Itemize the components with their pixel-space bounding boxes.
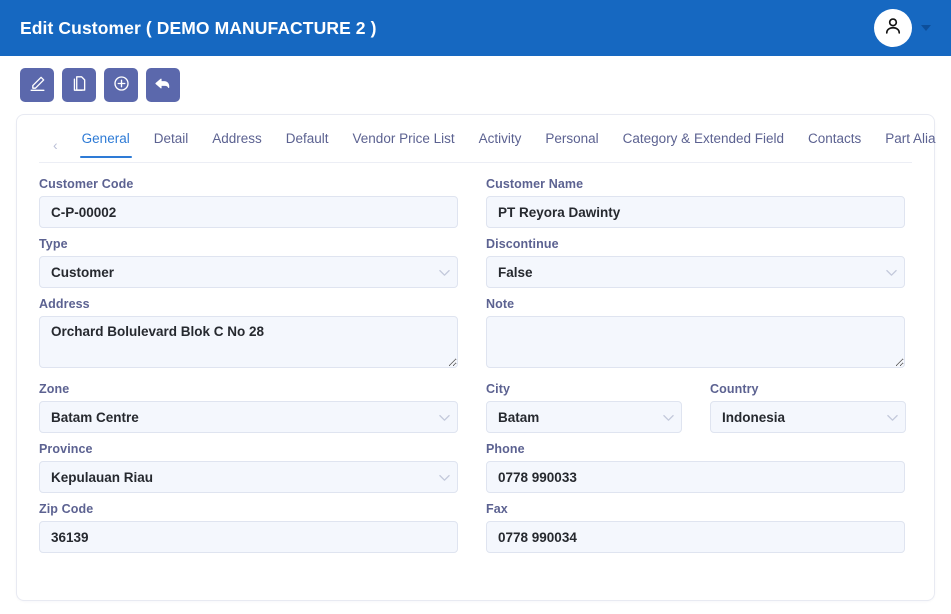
tab-detail[interactable]: Detail [142, 132, 201, 158]
tab-part-alia[interactable]: Part Alia [873, 132, 947, 158]
chevron-left-icon[interactable]: ‹ [39, 138, 70, 152]
field-fax: Fax [486, 502, 905, 553]
tab-activity[interactable]: Activity [467, 132, 534, 158]
tab-personal[interactable]: Personal [533, 132, 610, 158]
field-province: Province [39, 442, 458, 493]
form-row-zip-fax: Zip Code Fax [39, 502, 912, 553]
city-label: City [486, 382, 511, 396]
customer-form-card: ‹ General Detail Address Default Vendor … [16, 114, 936, 601]
discontinue-label: Discontinue [486, 237, 559, 251]
city-select[interactable] [486, 401, 682, 433]
field-note: Note [486, 297, 905, 373]
phone-label: Phone [486, 442, 525, 456]
country-label: Country [710, 382, 759, 396]
zone-select[interactable] [39, 401, 458, 433]
pencil-icon [28, 74, 47, 96]
avatar[interactable] [874, 9, 912, 47]
field-zone: Zone [39, 382, 458, 433]
zip-code-label: Zip Code [39, 502, 94, 516]
customer-name-label: Customer Name [486, 177, 584, 191]
field-type: Type [39, 237, 458, 288]
tab-category-extended-field[interactable]: Category & Extended Field [611, 132, 796, 158]
field-zip-code: Zip Code [39, 502, 458, 553]
field-country: Country [710, 382, 906, 433]
province-select[interactable] [39, 461, 458, 493]
form-row-address-note: Address Orchard Bolulevard Blok C No 28 … [39, 297, 912, 373]
discontinue-select[interactable] [486, 256, 905, 288]
field-city: City [486, 382, 682, 433]
edit-button[interactable] [20, 68, 54, 102]
copy-icon [70, 74, 89, 96]
field-discontinue: Discontinue [486, 237, 905, 288]
app-header: Edit Customer ( DEMO MANUFACTURE 2 ) [0, 0, 951, 56]
customer-code-label: Customer Code [39, 177, 134, 191]
fax-label: Fax [486, 502, 508, 516]
tab-general[interactable]: General [70, 132, 142, 158]
user-icon [882, 15, 904, 42]
add-button[interactable] [104, 68, 138, 102]
chevron-down-icon[interactable] [921, 25, 931, 31]
tab-contacts[interactable]: Contacts [796, 132, 873, 158]
field-customer-name: Customer Name [486, 177, 905, 228]
plus-circle-icon [112, 74, 131, 96]
province-label: Province [39, 442, 93, 456]
country-select[interactable] [710, 401, 906, 433]
form-row-type-discontinue: Type Discontinue [39, 237, 912, 288]
customer-code-input[interactable] [39, 196, 458, 228]
phone-input[interactable] [486, 461, 905, 493]
tab-address[interactable]: Address [200, 132, 274, 158]
note-textarea[interactable] [486, 316, 905, 368]
tab-default[interactable]: Default [274, 132, 341, 158]
type-label: Type [39, 237, 68, 251]
tab-bar: ‹ General Detail Address Default Vendor … [39, 115, 936, 163]
tab-vendor-price-list[interactable]: Vendor Price List [341, 132, 467, 158]
type-select[interactable] [39, 256, 458, 288]
general-form: Customer Code Customer Name Type [39, 163, 912, 553]
form-row-zone-city-country: Zone City Country [39, 382, 912, 433]
field-address: Address Orchard Bolulevard Blok C No 28 [39, 297, 458, 373]
chevron-right-icon[interactable]: › [948, 138, 951, 152]
undo-arrow-icon [153, 74, 173, 97]
page-title: Edit Customer ( DEMO MANUFACTURE 2 ) [20, 17, 377, 38]
address-label: Address [39, 297, 90, 311]
action-toolbar [0, 56, 951, 114]
form-row-code-name: Customer Code Customer Name [39, 177, 912, 228]
field-phone: Phone [486, 442, 905, 493]
customer-name-input[interactable] [486, 196, 905, 228]
note-label: Note [486, 297, 515, 311]
address-textarea[interactable]: Orchard Bolulevard Blok C No 28 [39, 316, 458, 368]
header-user-menu[interactable] [874, 9, 935, 47]
fax-input[interactable] [486, 521, 905, 553]
zip-code-input[interactable] [39, 521, 458, 553]
field-customer-code: Customer Code [39, 177, 458, 228]
copy-button[interactable] [62, 68, 96, 102]
back-button[interactable] [146, 68, 180, 102]
form-row-province-phone: Province Phone [39, 442, 912, 493]
zone-label: Zone [39, 382, 70, 396]
